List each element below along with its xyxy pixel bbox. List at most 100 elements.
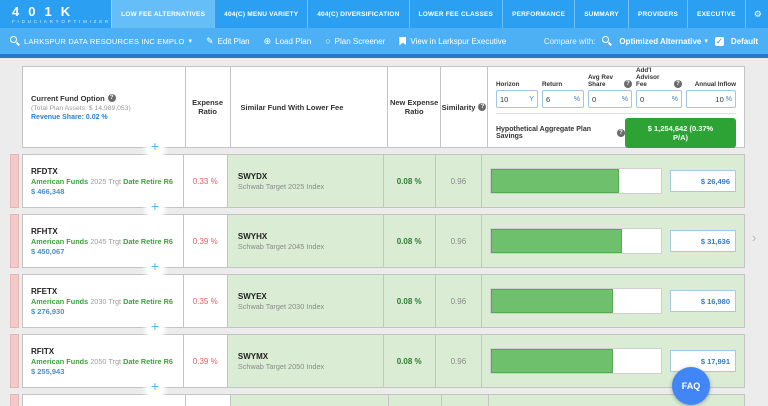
fund-brand: American Funds bbox=[31, 177, 88, 186]
search-icon bbox=[10, 36, 20, 46]
bookmark-icon bbox=[399, 37, 406, 46]
alt-fund-name: Schwab Target 2030 Index bbox=[238, 302, 373, 311]
app-logo[interactable]: 401K FIDUCIARYOPTIMIZER bbox=[0, 0, 111, 28]
return-inputbox: % bbox=[542, 90, 584, 108]
add-row-icon[interactable]: + bbox=[147, 199, 163, 215]
tab-performance[interactable]: PERFORMANCE bbox=[502, 0, 574, 28]
fund-row: RFDTX American Funds 2025 Trgt Date Reti… bbox=[22, 154, 745, 208]
fund-ticker: RFDTX bbox=[31, 167, 175, 176]
annual-inflow-input[interactable] bbox=[690, 95, 724, 104]
load-plan-button[interactable]: ⊕ Load Plan bbox=[264, 37, 312, 46]
expense-ratio-cell: 0.33 % bbox=[184, 155, 228, 207]
similar-fund-cell[interactable]: SWYMX Schwab Target 2050 Index bbox=[228, 335, 384, 387]
savings-bar-fill bbox=[491, 169, 619, 193]
advisor-fee-unit: % bbox=[670, 96, 678, 103]
row-indicator-strip bbox=[10, 154, 19, 208]
scroll-right-icon[interactable]: › bbox=[752, 230, 756, 245]
advisor-fee-input[interactable] bbox=[640, 95, 670, 104]
tab-404c-diversification[interactable]: 404(C) DIVERSIFICATION bbox=[307, 0, 408, 28]
similarity-value: 0.96 bbox=[451, 237, 467, 246]
fund-brand: American Funds bbox=[31, 237, 88, 246]
return-input[interactable] bbox=[546, 95, 572, 104]
current-fund-cell[interactable]: RFFTX bbox=[23, 395, 186, 406]
similar-fund-cell[interactable]: SWYEX Schwab Target 2030 Index bbox=[228, 275, 384, 327]
logo-subtext: FIDUCIARYOPTIMIZER bbox=[12, 19, 111, 24]
expense-ratio-cell bbox=[186, 395, 231, 406]
aggregate-savings-button[interactable]: $ 1,254,642 (0.37% P/A) bbox=[625, 118, 736, 148]
help-icon[interactable]: ? bbox=[108, 94, 116, 102]
new-expense-cell: 0.08 % bbox=[384, 275, 436, 327]
add-row-icon[interactable]: + bbox=[147, 139, 163, 155]
new-expense-value: 0.08 % bbox=[397, 297, 422, 306]
expense-ratio-value: 0.39 % bbox=[193, 237, 218, 246]
advisor-fee-label: Add'l Advisor Fee ? bbox=[636, 72, 682, 88]
avg-rev-share-label-text: Avg Rev Share bbox=[588, 74, 622, 88]
row-indicator-strip bbox=[10, 334, 19, 388]
fund-row: RFITX American Funds 2050 Trgt Date Reti… bbox=[22, 334, 745, 388]
default-checkbox[interactable]: ✓ bbox=[715, 37, 724, 46]
savings-amount[interactable]: $ 26,496 bbox=[670, 170, 736, 192]
nav-tabs: LOW FEE ALTERNATIVES 404(C) MENU VARIETY… bbox=[111, 0, 745, 28]
help-icon[interactable]: ? bbox=[674, 80, 682, 88]
settings-button[interactable]: ⚙ bbox=[745, 0, 768, 28]
add-row-icon[interactable]: + bbox=[147, 319, 163, 335]
avg-rev-share-input[interactable] bbox=[592, 95, 620, 104]
similar-fund-cell[interactable]: SWYDX Schwab Target 2025 Index bbox=[228, 155, 384, 207]
savings-bar-track bbox=[490, 168, 662, 194]
view-executive-button[interactable]: View in Larkspur Executive bbox=[399, 37, 506, 46]
tab-executive[interactable]: EXECUTIVE bbox=[687, 0, 745, 28]
compare-selector[interactable]: Optimized Alternative ▾ bbox=[619, 37, 707, 46]
savings-amount[interactable]: $ 16,980 bbox=[670, 290, 736, 312]
plan-selector[interactable]: LARKSPUR DATA RESOURCES INC EMPLO ▾ bbox=[10, 36, 192, 46]
fund-assets: $ 255,943 bbox=[31, 367, 175, 376]
help-icon[interactable]: ? bbox=[617, 129, 625, 137]
chevron-down-icon: ▾ bbox=[704, 37, 708, 45]
fund-mid: 2045 Trgt bbox=[88, 237, 123, 246]
new-expense-cell bbox=[389, 395, 442, 406]
fund-ticker: RFITX bbox=[31, 347, 175, 356]
add-row-icon[interactable]: + bbox=[147, 379, 163, 395]
faq-button[interactable]: FAQ bbox=[672, 367, 710, 405]
fund-name: American Funds 2050 Trgt Date Retire R6 bbox=[31, 357, 175, 366]
tab-low-fee-alternatives[interactable]: LOW FEE ALTERNATIVES bbox=[111, 0, 214, 28]
savings-bar-fill bbox=[491, 229, 622, 253]
similarity-value: 0.96 bbox=[451, 177, 467, 186]
horizon-input[interactable] bbox=[500, 95, 527, 104]
tab-providers[interactable]: PROVIDERS bbox=[628, 0, 687, 28]
add-row-icon[interactable]: + bbox=[147, 259, 163, 275]
similar-fund-cell[interactable] bbox=[231, 395, 389, 406]
toolbar-right: Compare with: Optimized Alternative ▾ ✓ … bbox=[544, 36, 758, 46]
fund-assets: $ 466,348 bbox=[31, 187, 175, 196]
compare-search-icon[interactable] bbox=[602, 36, 612, 46]
similar-fund-cell[interactable]: SWYHX Schwab Target 2045 Index bbox=[228, 215, 384, 267]
header-expense-ratio: Expense Ratio bbox=[186, 67, 231, 147]
tab-summary[interactable]: SUMMARY bbox=[574, 0, 628, 28]
fund-suffix: Date Retire R6 bbox=[123, 297, 173, 306]
similarity-cell: 0.96 bbox=[436, 335, 482, 387]
tab-lower-fee-classes[interactable]: LOWER FEE CLASSES bbox=[409, 0, 503, 28]
savings-cell: $ 31,636 bbox=[482, 215, 744, 267]
fund-row: RFETX American Funds 2030 Trgt Date Reti… bbox=[22, 274, 745, 328]
savings-amount[interactable]: $ 17,991 bbox=[670, 350, 736, 372]
savings-amount[interactable]: $ 31,636 bbox=[670, 230, 736, 252]
fund-brand: American Funds bbox=[31, 357, 88, 366]
row-indicator-strip bbox=[10, 274, 19, 328]
help-icon[interactable]: ? bbox=[624, 80, 632, 88]
advisor-fee-control: Add'l Advisor Fee ? % bbox=[636, 72, 682, 108]
aggregate-savings-row: Hypothetical Aggregate Plan Savings ? $ … bbox=[496, 113, 736, 148]
chevron-down-icon: ▾ bbox=[189, 37, 193, 45]
top-navigation: 401K FIDUCIARYOPTIMIZER LOW FEE ALTERNAT… bbox=[0, 0, 768, 28]
plan-screener-label: Plan Screener bbox=[335, 37, 386, 46]
fund-mid: 2050 Trgt bbox=[88, 357, 123, 366]
fund-name: American Funds 2030 Trgt Date Retire R6 bbox=[31, 297, 175, 306]
edit-plan-button[interactable]: ✎ Edit Plan bbox=[206, 37, 250, 46]
return-control: Return % bbox=[542, 72, 584, 108]
savings-bar-track bbox=[490, 228, 662, 254]
help-icon[interactable]: ? bbox=[478, 103, 486, 111]
savings-bar-fill bbox=[491, 289, 613, 313]
tab-404c-menu-variety[interactable]: 404(C) MENU VARIETY bbox=[214, 0, 307, 28]
savings-bar-track bbox=[490, 348, 662, 374]
fund-row: RFFTX bbox=[22, 394, 745, 406]
plan-screener-button[interactable]: ○ Plan Screener bbox=[325, 37, 385, 46]
alt-fund-name: Schwab Target 2045 Index bbox=[238, 242, 373, 251]
